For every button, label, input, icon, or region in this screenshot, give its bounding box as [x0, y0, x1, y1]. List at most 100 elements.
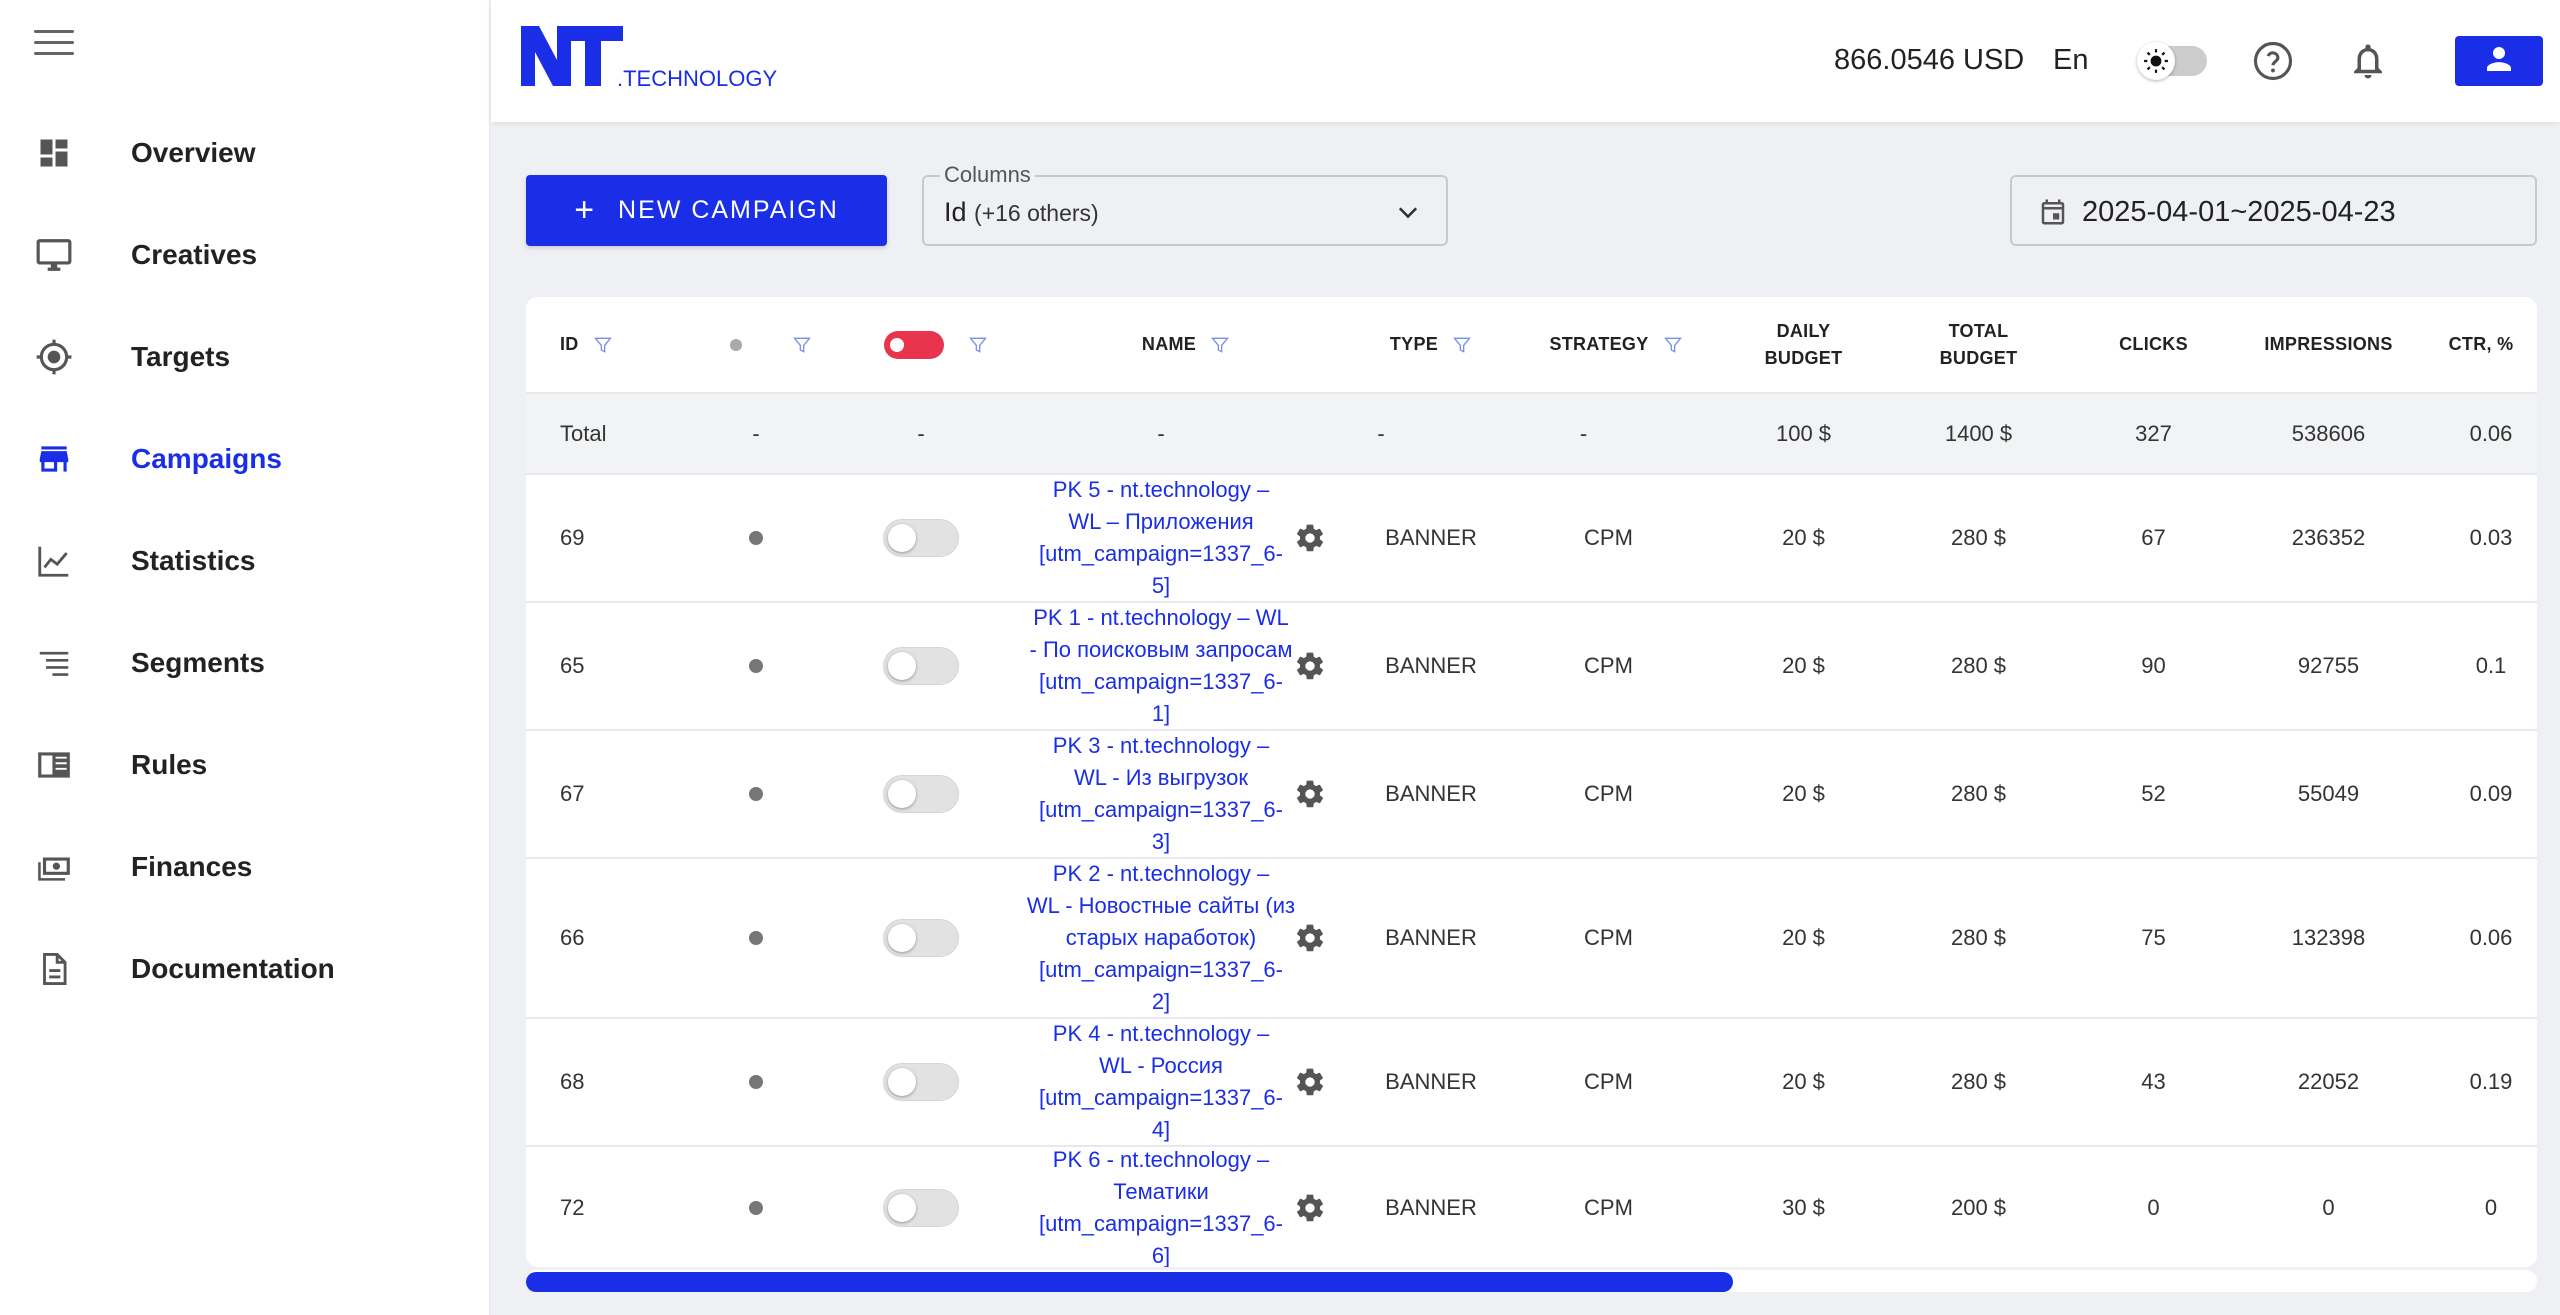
row-type: BANNER: [1385, 1069, 1477, 1094]
table-row[interactable]: 68 PK 4 - nt.technology – WL - Россия [u…: [526, 1019, 2537, 1147]
sidebar-item-segments[interactable]: Segments: [0, 623, 490, 703]
row-ctr: 0: [2484, 1195, 2498, 1220]
columns-select[interactable]: Columns Id (+16 others): [922, 162, 1448, 246]
column-header-status[interactable]: [696, 297, 846, 392]
row-strategy: CPM: [1584, 1195, 1633, 1220]
horizontal-scrollbar[interactable]: [526, 1270, 2537, 1292]
monitor-icon: [34, 235, 74, 275]
row-type: BANNER: [1385, 653, 1477, 678]
row-total-budget: 280 $: [1950, 925, 2007, 950]
campaign-name-link[interactable]: PK 6 - nt.technology – Тематики [utm_cam…: [1026, 1144, 1296, 1267]
gear-icon[interactable]: [1294, 650, 1326, 687]
campaign-name-link[interactable]: PK 4 - nt.technology – WL - Россия [utm_…: [1026, 1018, 1296, 1146]
active-toggle[interactable]: [883, 919, 959, 957]
gear-icon[interactable]: [1294, 522, 1326, 559]
row-impressions: 0: [2322, 1195, 2335, 1220]
nt-technology-logo[interactable]: .TECHNOLOGY: [519, 24, 779, 94]
filter-icon[interactable]: [1663, 335, 1683, 355]
campaign-name-link[interactable]: PK 1 - nt.technology – WL - По поисковым…: [1026, 602, 1296, 730]
row-daily-budget: 20 $: [1782, 925, 1825, 950]
active-toggle[interactable]: [883, 1063, 959, 1101]
row-clicks: 67: [2141, 525, 2166, 550]
columns-others-count: (+16 others): [974, 200, 1099, 226]
gear-icon[interactable]: [1294, 1192, 1326, 1229]
filter-icon[interactable]: [1210, 335, 1230, 355]
scrollbar-thumb[interactable]: [526, 1272, 1733, 1292]
column-header-total-budget[interactable]: TOTAL BUDGET: [1891, 297, 2066, 392]
sidebar-item-finances[interactable]: Finances: [0, 827, 490, 907]
row-name: PK 6 - nt.technology – Тематики [utm_cam…: [1026, 1147, 1296, 1267]
sidebar-item-label: Targets: [131, 341, 231, 372]
column-header-name[interactable]: NAME: [1026, 297, 1346, 392]
column-header-type[interactable]: TYPE: [1346, 297, 1516, 392]
row-name: PK 4 - nt.technology – WL - Россия [utm_…: [1026, 1019, 1296, 1145]
row-name: PK 3 - nt.technology – WL - Из выгрузок …: [1026, 731, 1296, 857]
row-type: BANNER: [1385, 525, 1477, 550]
row-status: [696, 1019, 816, 1145]
gear-icon[interactable]: [1294, 922, 1326, 959]
notifications-bell-icon[interactable]: [2347, 40, 2389, 82]
sidebar-item-label: Rules: [131, 749, 208, 780]
profile-button[interactable]: [2455, 36, 2543, 86]
sidebar-item-rules[interactable]: Rules: [0, 725, 490, 805]
help-icon[interactable]: [2252, 40, 2294, 82]
gear-icon[interactable]: [1294, 1066, 1326, 1103]
table-row[interactable]: 72 PK 6 - nt.technology – Тематики [utm_…: [526, 1147, 2537, 1267]
language-selector[interactable]: En: [2053, 44, 2088, 77]
sidebar-item-documentation[interactable]: Documentation: [0, 929, 490, 1009]
row-active: [846, 603, 996, 729]
gear-icon[interactable]: [1294, 778, 1326, 815]
filter-icon[interactable]: [792, 335, 812, 355]
column-header-active[interactable]: [846, 297, 1026, 392]
date-range-value: 2025-04-01~2025-04-23: [2082, 196, 2396, 228]
chevron-down-icon: [1394, 199, 1422, 232]
row-id: 69: [560, 525, 585, 550]
table-row[interactable]: 65 PK 1 - nt.technology – WL - По поиско…: [526, 603, 2537, 731]
sidebar-item-creatives[interactable]: Creatives: [0, 215, 490, 295]
row-strategy: CPM: [1584, 525, 1633, 550]
theme-toggle[interactable]: [2137, 42, 2207, 80]
campaign-name-link[interactable]: PK 3 - nt.technology – WL - Из выгрузок …: [1026, 730, 1296, 858]
table-row[interactable]: 66 PK 2 - nt.technology – WL - Новостные…: [526, 859, 2537, 1019]
date-range-picker[interactable]: 2025-04-01~2025-04-23: [2010, 175, 2537, 246]
active-toggle[interactable]: [883, 775, 959, 813]
sidebar-item-overview[interactable]: Overview: [0, 113, 490, 193]
campaign-name-link[interactable]: PK 2 - nt.technology – WL - Новостные са…: [1026, 858, 1296, 1018]
row-strategy: CPM: [1584, 925, 1633, 950]
new-campaign-button[interactable]: + NEW CAMPAIGN: [526, 175, 887, 246]
sidebar-item-targets[interactable]: Targets: [0, 317, 490, 397]
hamburger-menu-icon[interactable]: [34, 30, 74, 64]
filter-icon[interactable]: [1452, 335, 1472, 355]
total-label: Total: [560, 420, 607, 446]
sidebar-item-statistics[interactable]: Statistics: [0, 521, 490, 601]
row-daily-budget: 20 $: [1782, 653, 1825, 678]
sidebar-item-campaigns[interactable]: Campaigns: [0, 419, 490, 499]
active-toggle[interactable]: [883, 1189, 959, 1227]
filter-icon[interactable]: [968, 335, 988, 355]
status-dot-icon: [730, 338, 742, 351]
table-row[interactable]: 67 PK 3 - nt.technology – WL - Из выгруз…: [526, 731, 2537, 859]
columns-select-value: Id (+16 others): [944, 197, 1099, 228]
sidebar-item-label: Statistics: [131, 545, 256, 576]
row-total-budget: 280 $: [1950, 781, 2007, 806]
column-header-impressions[interactable]: IMPRESSIONS: [2241, 297, 2416, 392]
status-dot-icon: [749, 787, 763, 801]
row-name: PK 5 - nt.technology – WL – Приложения […: [1026, 475, 1296, 601]
active-toggle[interactable]: [883, 647, 959, 685]
column-header-clicks[interactable]: CLICKS: [2066, 297, 2241, 392]
filter-icon[interactable]: [593, 335, 613, 355]
active-toggle[interactable]: [883, 519, 959, 557]
column-header-id[interactable]: ID: [526, 297, 696, 392]
campaign-name-link[interactable]: PK 5 - nt.technology – WL – Приложения […: [1026, 474, 1296, 602]
column-header-daily-budget[interactable]: DAILY BUDGET: [1716, 297, 1891, 392]
row-id: 65: [560, 653, 585, 678]
column-header-strategy[interactable]: STRATEGY: [1516, 297, 1716, 392]
column-header-ctr[interactable]: CTR, %: [2416, 297, 2537, 392]
campaigns-table: ID NAME TYPE STRATEGY DAILY BUDGET TOTAL…: [526, 297, 2537, 1267]
table-row[interactable]: 69 PK 5 - nt.technology – WL – Приложени…: [526, 475, 2537, 603]
column-header-label: STRATEGY: [1549, 334, 1649, 354]
sidebar-item-label: Finances: [131, 851, 253, 882]
row-status: [696, 1147, 816, 1267]
status-dot-icon: [749, 659, 763, 673]
row-clicks: 90: [2141, 653, 2166, 678]
